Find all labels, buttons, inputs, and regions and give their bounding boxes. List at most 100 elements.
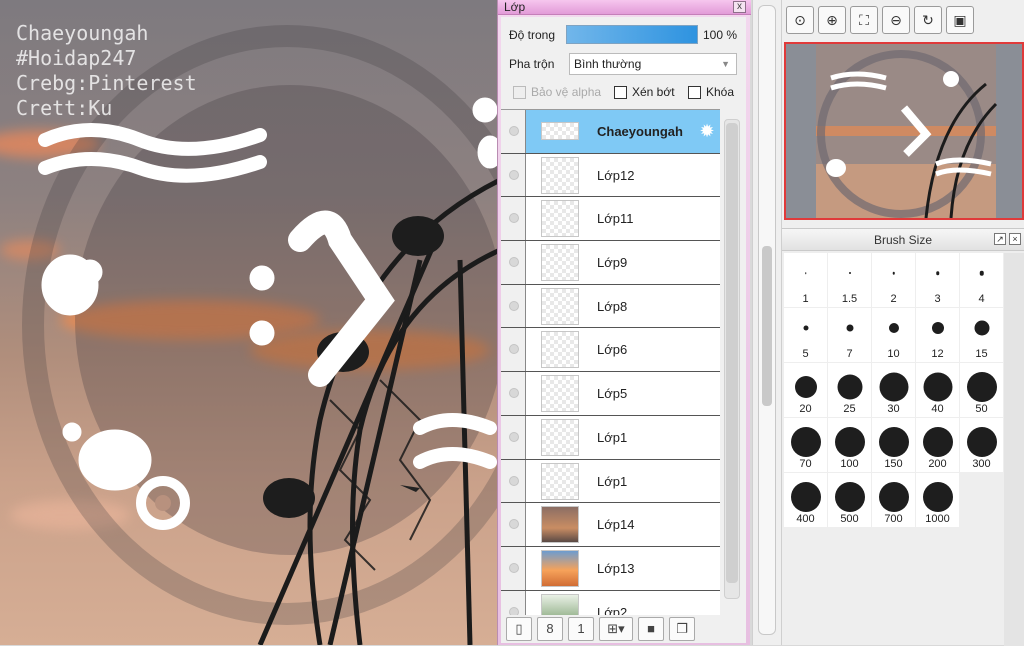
eye-icon[interactable]: [509, 213, 519, 224]
zoom-in-icon[interactable]: ⊕: [818, 6, 846, 34]
brush-size-title: Brush Size: [873, 233, 933, 247]
layer-visibility-toggle[interactable]: [501, 153, 526, 197]
canvas-vertical-scrollbar[interactable]: [752, 0, 782, 645]
eye-icon[interactable]: [509, 257, 519, 268]
layer-visibility-toggle[interactable]: [501, 328, 526, 372]
layer-row[interactable]: Lớp2: [501, 590, 720, 615]
brush-size-option[interactable]: 7: [828, 308, 871, 362]
close-icon[interactable]: x: [733, 1, 746, 13]
layer-row[interactable]: Lớp1: [501, 459, 720, 504]
clipping-checkbox[interactable]: Xén bớt: [614, 85, 675, 99]
layer-list[interactable]: Chaeyoungah ✹ Lớp12 Lớp11 Lớp9 Lớp8 Lớp6 Lớp5 Lớ…: [501, 109, 720, 615]
brush-dot-icon: [892, 271, 895, 275]
layer-visibility-toggle[interactable]: [501, 110, 526, 153]
layer-name: Lớp1: [597, 473, 628, 489]
brush-size-option[interactable]: 10: [872, 308, 915, 362]
opacity-slider[interactable]: [566, 25, 698, 44]
eye-icon[interactable]: [509, 431, 519, 442]
layer-row[interactable]: Lớp14: [501, 503, 720, 547]
eye-icon[interactable]: [509, 606, 519, 615]
layer-row[interactable]: Lớp9: [501, 241, 720, 285]
eye-icon[interactable]: [509, 475, 519, 486]
brush-size-option[interactable]: 15: [960, 308, 1003, 362]
brush-size-option[interactable]: 1.5: [828, 253, 871, 307]
brush-size-option[interactable]: 40: [916, 363, 959, 417]
layer-visibility-toggle[interactable]: [501, 241, 526, 284]
undock-icon[interactable]: ↗: [994, 233, 1006, 245]
add-layer-menu-icon[interactable]: ⊞▾: [599, 617, 633, 641]
layer-panel-titlebar[interactable]: Lớp x: [498, 0, 751, 15]
layer-visibility-toggle[interactable]: [501, 459, 526, 503]
brush-size-option[interactable]: 1000: [916, 473, 959, 527]
layer-row[interactable]: Lớp6: [501, 328, 720, 373]
brush-size-option[interactable]: 300: [960, 418, 1003, 472]
layer-visibility-toggle[interactable]: [501, 590, 526, 615]
layer-visibility-toggle[interactable]: [501, 415, 526, 459]
checkbox-box[interactable]: [688, 85, 701, 99]
brush-size-option[interactable]: 700: [872, 473, 915, 527]
eye-icon[interactable]: [509, 126, 519, 136]
blend-mode-select[interactable]: Bình thường ▼: [569, 53, 737, 75]
layer-row[interactable]: Lớp8: [501, 284, 720, 329]
scrollbar-thumb[interactable]: [762, 246, 772, 406]
brush-size-option[interactable]: 2: [872, 253, 915, 307]
rotate-icon[interactable]: ↻: [914, 6, 942, 34]
checkbox-box[interactable]: [614, 85, 627, 99]
layer-row[interactable]: Lớp11: [501, 197, 720, 242]
zoom-actual-icon[interactable]: ⊙: [786, 6, 814, 34]
brush-size-option[interactable]: 70: [784, 418, 827, 472]
zoom-out-icon[interactable]: ⊖: [882, 6, 910, 34]
drawing-canvas[interactable]: Chaeyoungah #Hoidap247 Crebg:Pinterest C…: [0, 0, 500, 645]
layer-visibility-toggle[interactable]: [501, 503, 526, 546]
brush-size-label: 12: [931, 348, 944, 360]
brush-size-option[interactable]: 1: [784, 253, 827, 307]
brush-size-option[interactable]: 30: [872, 363, 915, 417]
layer-row[interactable]: Lớp5: [501, 372, 720, 416]
layer-list-scrollbar[interactable]: [724, 119, 740, 599]
fit-window-icon[interactable]: ⛶: [850, 6, 878, 34]
eye-icon[interactable]: [509, 169, 519, 180]
brush-size-option[interactable]: 4: [960, 253, 1003, 307]
new-8bit-layer-icon[interactable]: 8: [537, 617, 563, 641]
brush-size-option[interactable]: 12: [916, 308, 959, 362]
protect-alpha-label: Bảo vệ alpha: [531, 85, 602, 99]
navigator-preview[interactable]: [784, 42, 1024, 220]
brush-size-option[interactable]: 50: [960, 363, 1003, 417]
eye-icon[interactable]: [509, 344, 519, 355]
brush-size-option[interactable]: 3: [916, 253, 959, 307]
gear-icon[interactable]: ✹: [697, 121, 717, 141]
brush-size-option[interactable]: 150: [872, 418, 915, 472]
layer-row[interactable]: Lớp1: [501, 415, 720, 460]
duplicate-layer-icon[interactable]: ❐: [669, 617, 695, 641]
brush-size-option[interactable]: 25: [828, 363, 871, 417]
brush-size-option[interactable]: 5: [784, 308, 827, 362]
eye-icon[interactable]: [509, 562, 519, 573]
brush-size-option[interactable]: 20: [784, 363, 827, 417]
eye-icon[interactable]: [509, 300, 519, 311]
blend-mode-value: Bình thường: [574, 57, 642, 71]
layer-row[interactable]: Chaeyoungah ✹: [501, 110, 720, 154]
new-1bit-layer-icon[interactable]: 1: [568, 617, 594, 641]
fullscreen-icon[interactable]: ▣: [946, 6, 974, 34]
layer-row[interactable]: Lớp13: [501, 546, 720, 591]
brush-size-option[interactable]: 100: [828, 418, 871, 472]
layer-visibility-toggle[interactable]: [501, 284, 526, 328]
close-icon[interactable]: ×: [1009, 233, 1021, 245]
layer-visibility-toggle[interactable]: [501, 197, 526, 241]
eye-icon[interactable]: [509, 388, 519, 399]
lock-checkbox[interactable]: Khóa: [688, 85, 734, 99]
layer-visibility-toggle[interactable]: [501, 372, 526, 415]
layer-row[interactable]: Lớp12: [501, 153, 720, 198]
layer-panel: Lớp x Độ trong 100 % Pha trộn Bình thườn…: [497, 0, 751, 645]
scrollbar-thumb[interactable]: [726, 123, 738, 583]
brush-size-label: 20: [799, 403, 812, 415]
brush-size-option[interactable]: 400: [784, 473, 827, 527]
new-layer-icon[interactable]: ▯: [506, 617, 532, 641]
layer-visibility-toggle[interactable]: [501, 546, 526, 590]
brush-size-option[interactable]: 200: [916, 418, 959, 472]
scrollbar-track[interactable]: [758, 5, 776, 635]
brush-size-option[interactable]: 500: [828, 473, 871, 527]
folder-icon[interactable]: ■: [638, 617, 664, 641]
eye-icon[interactable]: [509, 519, 519, 530]
brush-size-label: 70: [799, 458, 812, 470]
